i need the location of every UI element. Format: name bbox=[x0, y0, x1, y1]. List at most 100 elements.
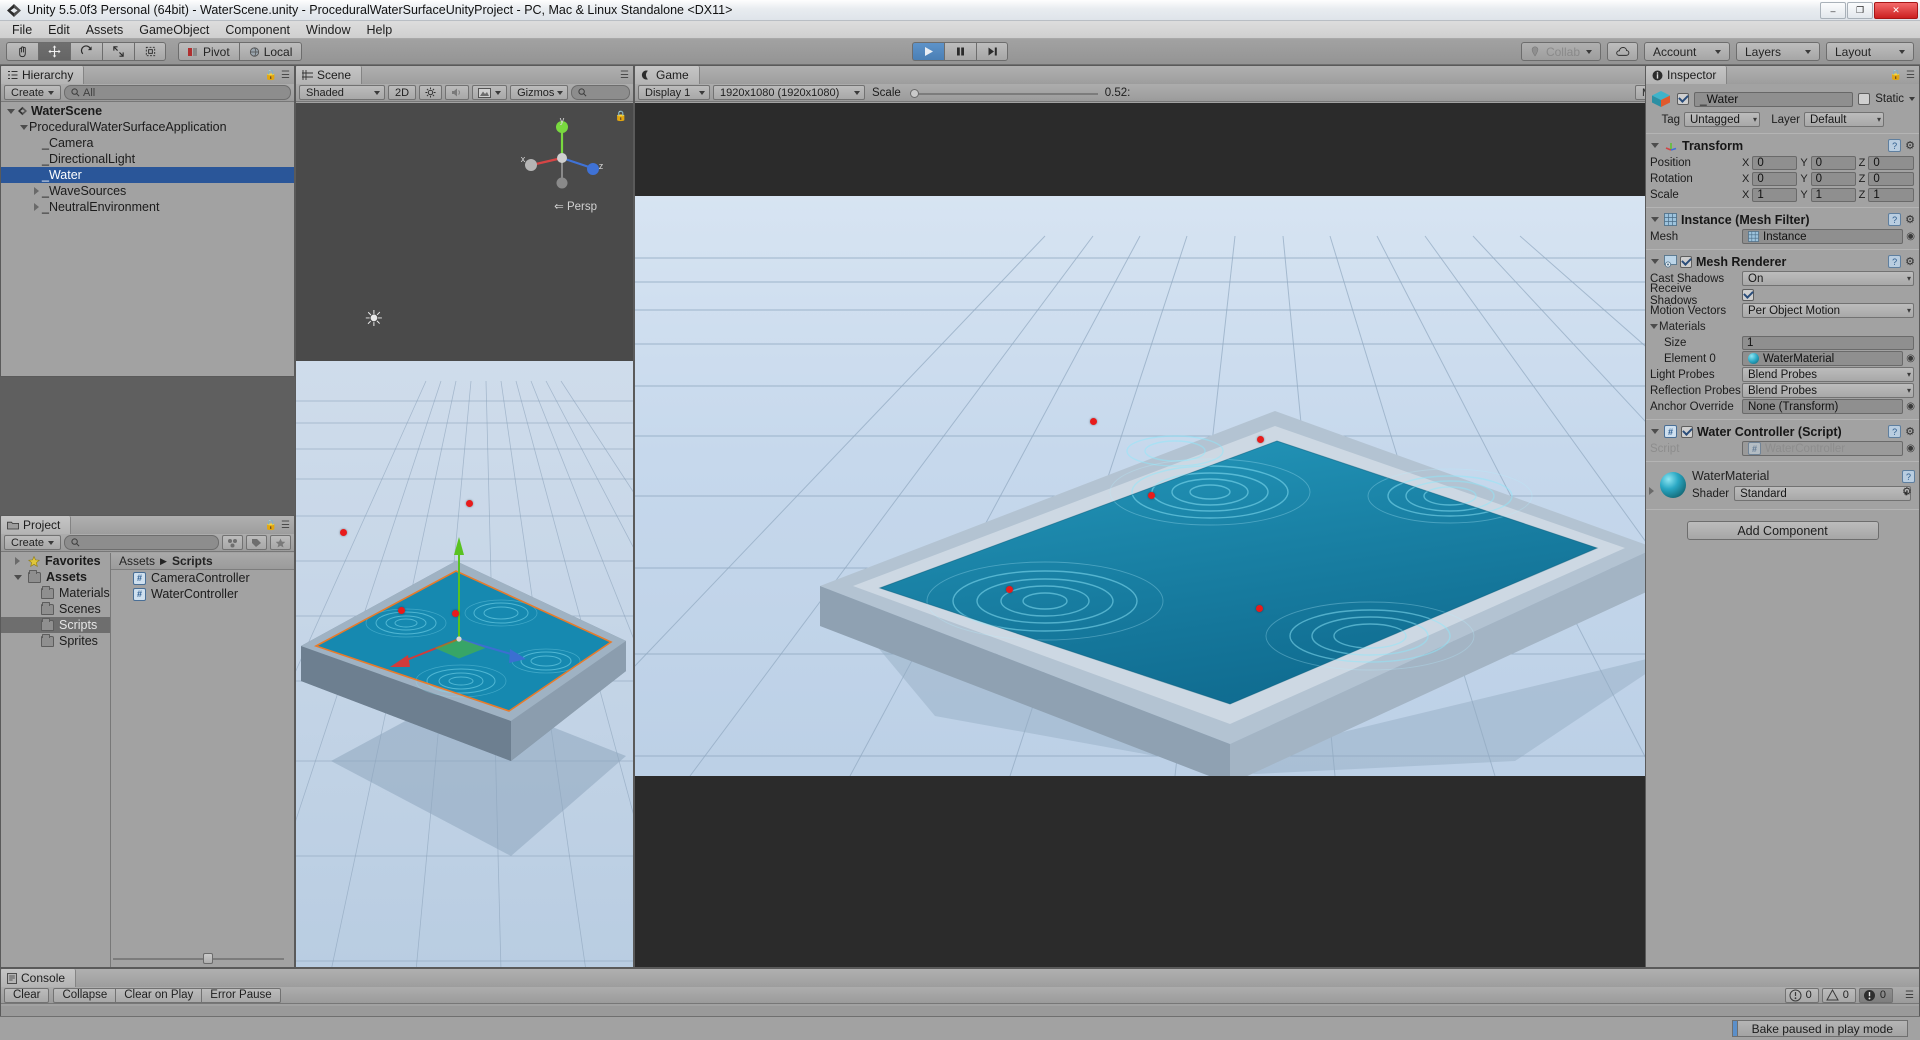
tag-dropdown[interactable]: Untagged ▾ bbox=[1684, 112, 1760, 127]
help-icon[interactable]: ? bbox=[1888, 425, 1902, 438]
gear-icon[interactable]: ⚙ bbox=[1902, 486, 1912, 498]
tab-inspector[interactable]: Inspector bbox=[1646, 66, 1728, 84]
gameobject-enabled-checkbox[interactable] bbox=[1677, 93, 1689, 105]
filter-type-button[interactable] bbox=[222, 535, 243, 550]
console-error-count[interactable]: 0 bbox=[1858, 987, 1893, 1003]
tab-hierarchy[interactable]: Hierarchy bbox=[1, 66, 85, 84]
project-asset-item[interactable]: # WaterController bbox=[111, 586, 294, 602]
motion-vectors-dropdown[interactable]: Per Object Motion ▾ bbox=[1742, 303, 1914, 318]
hierarchy-row[interactable]: WaterScene bbox=[1, 103, 294, 119]
reflection-probes-dropdown[interactable]: Blend Probes ▾ bbox=[1742, 383, 1914, 398]
gear-icon[interactable]: ⚙ bbox=[1905, 255, 1915, 268]
gear-icon[interactable]: ⚙ bbox=[1905, 139, 1915, 152]
size-input[interactable]: 1 bbox=[1742, 335, 1914, 350]
foldout-icon[interactable] bbox=[1649, 217, 1660, 222]
receive-shadows-checkbox[interactable] bbox=[1742, 288, 1754, 301]
scene-tab-options[interactable]: ☰ bbox=[620, 70, 629, 81]
hierarchy-tree[interactable]: WaterScene ProceduralWaterSurfaceApplicat… bbox=[1, 103, 294, 376]
materials-row[interactable]: Materials bbox=[1646, 319, 1919, 334]
component-tools[interactable]: ? ⚙ bbox=[1888, 425, 1915, 438]
play-button[interactable] bbox=[912, 42, 944, 61]
transform-header[interactable]: Transform ? ⚙ bbox=[1646, 137, 1919, 154]
menu-item-gameobject[interactable]: GameObject bbox=[131, 21, 217, 39]
shader-dropdown[interactable]: Standard ▾ bbox=[1734, 486, 1911, 501]
minimize-button[interactable]: – bbox=[1820, 2, 1846, 19]
project-tree-row[interactable]: Scenes bbox=[1, 601, 110, 617]
component-tools[interactable]: ? ⚙ bbox=[1888, 139, 1915, 152]
menu-item-help[interactable]: Help bbox=[358, 21, 400, 39]
mesh-renderer-enabled-checkbox[interactable] bbox=[1680, 255, 1692, 268]
foldout-icon[interactable] bbox=[31, 187, 42, 195]
gameobject-name-input[interactable]: _Water bbox=[1694, 91, 1854, 107]
inspector-tab-options[interactable]: 🔒 ☰ bbox=[1890, 70, 1915, 81]
hierarchy-row[interactable]: _NeutralEnvironment bbox=[1, 199, 294, 215]
component-tools[interactable]: ? ⚙ bbox=[1888, 213, 1915, 226]
breadcrumb-scripts[interactable]: Scripts bbox=[172, 554, 213, 568]
mesh-renderer-header[interactable]: Mesh Renderer ? ⚙ bbox=[1646, 253, 1919, 270]
y-input[interactable]: 0 bbox=[1810, 155, 1856, 170]
chevron-down-icon[interactable] bbox=[1909, 97, 1915, 101]
scale-slider-knob[interactable] bbox=[909, 88, 919, 98]
static-checkbox[interactable] bbox=[1858, 93, 1871, 105]
project-tree[interactable]: Favorites Assets Materials Scenes Scripts Spr… bbox=[1, 553, 111, 967]
anchor-override-field[interactable]: None (Transform) bbox=[1742, 399, 1904, 414]
gear-icon[interactable]: ⚙ bbox=[1905, 425, 1915, 438]
hierarchy-row[interactable]: _WaveSources bbox=[1, 183, 294, 199]
slider-knob[interactable] bbox=[203, 953, 213, 964]
component-tools[interactable]: ? ⚙ bbox=[1888, 255, 1915, 268]
scene-viewport[interactable]: y x z ⇐ Persp ☀ 🔒 bbox=[296, 103, 633, 967]
breadcrumb-assets[interactable]: Assets bbox=[119, 554, 155, 568]
step-button[interactable] bbox=[976, 42, 1008, 61]
project-tree-row[interactable]: Favorites bbox=[1, 553, 110, 569]
menu-item-assets[interactable]: Assets bbox=[78, 21, 132, 39]
project-asset-list[interactable]: # CameraController # WaterController bbox=[111, 570, 294, 602]
foldout-icon[interactable] bbox=[1649, 143, 1660, 148]
project-tree-row[interactable]: Materials bbox=[1, 585, 110, 601]
hierarchy-row[interactable]: _DirectionalLight bbox=[1, 151, 294, 167]
console-clear-on-play-toggle[interactable]: Clear on Play bbox=[116, 987, 203, 1003]
tab-game[interactable]: Game bbox=[635, 66, 700, 84]
scene-lock-icon[interactable]: 🔒 bbox=[615, 111, 627, 122]
game-scale-slider[interactable] bbox=[908, 86, 1098, 100]
scene-2d-toggle[interactable]: 2D bbox=[388, 85, 417, 100]
foldout-icon[interactable] bbox=[18, 124, 29, 130]
rotate-tool-button[interactable] bbox=[70, 42, 102, 61]
lock-icon[interactable]: 🔒 bbox=[265, 70, 277, 81]
y-input[interactable]: 1 bbox=[1810, 187, 1856, 202]
console-collapse-toggle[interactable]: Collapse bbox=[53, 987, 117, 1003]
scene-lighting-toggle[interactable] bbox=[419, 85, 443, 100]
account-button[interactable]: Account bbox=[1644, 42, 1730, 61]
wave-source-marker[interactable] bbox=[340, 529, 347, 536]
foldout-icon[interactable] bbox=[12, 557, 23, 565]
element0-object-field[interactable]: WaterMaterial bbox=[1742, 351, 1904, 366]
project-asset-item[interactable]: # CameraController bbox=[111, 570, 294, 586]
object-picker-icon[interactable]: ◉ bbox=[1906, 353, 1915, 364]
help-icon[interactable]: ? bbox=[1888, 255, 1902, 268]
help-icon[interactable]: ? bbox=[1888, 139, 1902, 152]
mesh-object-field[interactable]: Instance bbox=[1742, 229, 1904, 244]
move-tool-button[interactable] bbox=[38, 42, 70, 61]
gear-icon[interactable]: ⚙ bbox=[1905, 213, 1915, 226]
project-tree-row[interactable]: Sprites bbox=[1, 633, 110, 649]
hierarchy-row[interactable]: _Water bbox=[1, 167, 294, 183]
layout-button[interactable]: Layout bbox=[1826, 42, 1914, 61]
console-options-menu[interactable]: ☰ bbox=[1905, 990, 1914, 1001]
lock-icon[interactable]: 🔒 bbox=[265, 520, 277, 531]
component-tools[interactable]: ? ⚙ bbox=[1902, 470, 1915, 498]
hierarchy-row[interactable]: _Camera bbox=[1, 135, 294, 151]
foldout-icon[interactable] bbox=[1646, 487, 1657, 495]
collab-button[interactable]: Collab bbox=[1520, 42, 1601, 61]
project-tree-row[interactable]: Scripts bbox=[1, 617, 110, 633]
light-probes-dropdown[interactable]: Blend Probes ▾ bbox=[1742, 367, 1914, 382]
hierarchy-row[interactable]: ProceduralWaterSurfaceApplication bbox=[1, 119, 294, 135]
scene-projection-label[interactable]: ⇐ Persp bbox=[554, 199, 597, 213]
scale-tool-button[interactable] bbox=[102, 42, 134, 61]
wave-source-marker[interactable] bbox=[452, 610, 459, 617]
tab-console[interactable]: Console bbox=[1, 969, 77, 987]
hand-tool-button[interactable] bbox=[6, 42, 38, 61]
x-input[interactable]: 0 bbox=[1752, 171, 1798, 186]
project-zoom-slider[interactable] bbox=[113, 953, 284, 964]
object-picker-icon[interactable]: ◉ bbox=[1906, 401, 1915, 412]
cast-shadows-dropdown[interactable]: On ▾ bbox=[1742, 271, 1914, 286]
scene-shading-dropdown[interactable]: Shaded bbox=[299, 85, 385, 100]
